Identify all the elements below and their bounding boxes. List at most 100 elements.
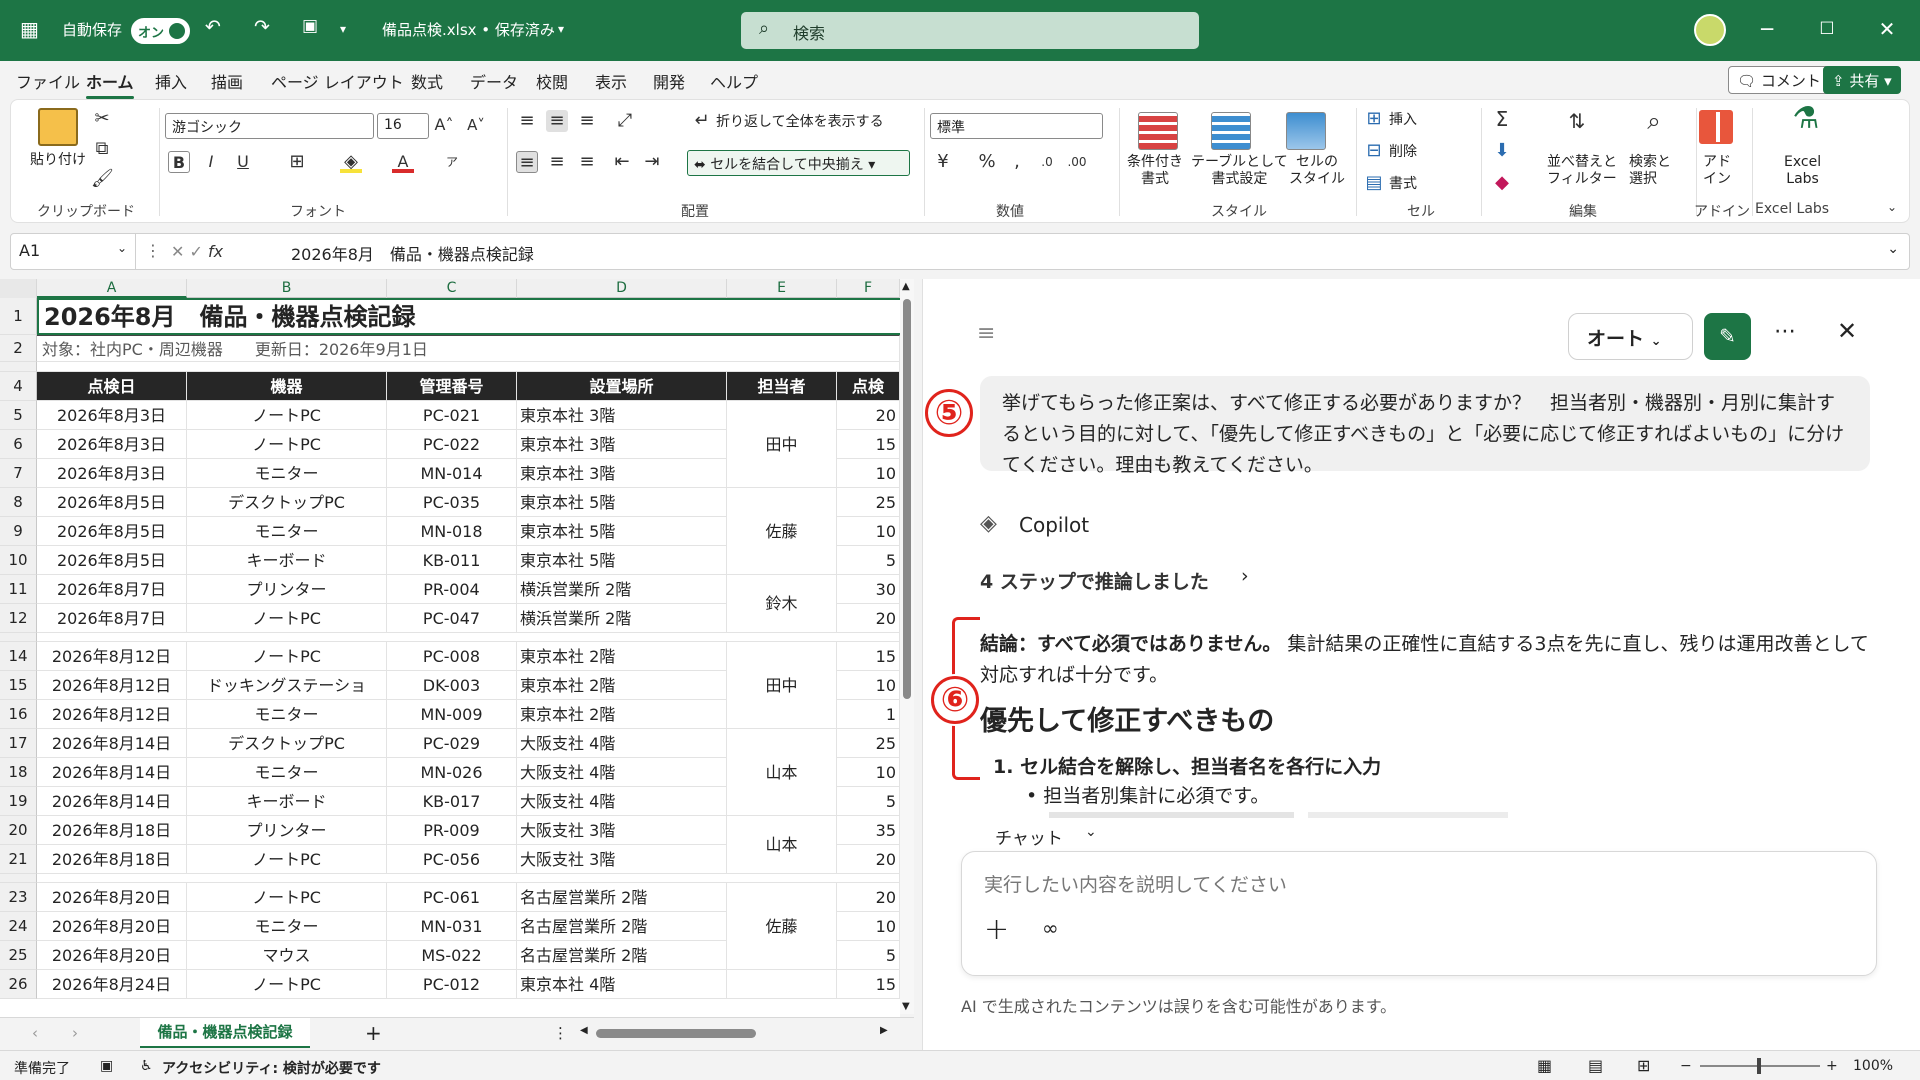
tab-insert[interactable]: 挿入 (155, 69, 187, 93)
row-header[interactable]: 4 (0, 372, 37, 401)
delete-cells-icon[interactable]: ⊟ (1363, 140, 1385, 162)
accessibility-status[interactable]: アクセシビリティ: 検討が必要です (162, 1058, 381, 1078)
header-cell[interactable]: 点検 (837, 372, 900, 401)
align-right-icon[interactable]: ≡ (576, 151, 598, 173)
table-cell[interactable]: PC-021 (387, 401, 517, 430)
comma-icon[interactable]: , (1006, 151, 1028, 173)
assignee-cell[interactable]: 佐藤 (727, 883, 837, 970)
align-bottom-icon[interactable]: ≡ (576, 110, 598, 132)
table-cell[interactable]: 2026年8月3日 (37, 459, 187, 488)
fill-icon[interactable]: ⬇ (1491, 140, 1513, 162)
column-header[interactable]: B (187, 279, 387, 298)
table-cell[interactable]: 大阪支社 4階 (517, 729, 727, 758)
sort-filter-icon[interactable]: ⇅ (1566, 110, 1588, 132)
row-header[interactable]: 16 (0, 700, 37, 729)
autosave-toggle[interactable]: オン (131, 18, 190, 44)
filename-chevron-icon[interactable]: ▾ (558, 22, 564, 36)
row-header[interactable]: 14 (0, 642, 37, 671)
reasoning-toggle[interactable]: 4 ステップで推論しました (980, 567, 1209, 594)
table-cell[interactable]: 15 (837, 970, 900, 999)
table-cell[interactable]: ドッキングステーショ (187, 671, 387, 700)
row-header[interactable]: 1 (0, 298, 37, 335)
more-options-icon[interactable]: ⋯ (1774, 319, 1796, 344)
table-cell[interactable]: 2026年8月12日 (37, 671, 187, 700)
conditional-format-icon[interactable] (1138, 112, 1178, 150)
table-cell[interactable]: MN-031 (387, 912, 517, 941)
cell-styles-button[interactable]: セルの スタイル (1289, 154, 1345, 188)
table-cell[interactable]: プリンター (187, 575, 387, 604)
table-cell[interactable]: PC-047 (387, 604, 517, 633)
table-cell[interactable]: 東京本社 5階 (517, 517, 727, 546)
font-size-select[interactable]: 16 (377, 113, 429, 139)
mode-select[interactable]: オート ⌄ (1568, 313, 1693, 360)
row-header[interactable] (0, 874, 37, 883)
row-header[interactable]: 6 (0, 430, 37, 459)
table-cell[interactable]: ノートPC (187, 642, 387, 671)
number-format-select[interactable]: 標準 (930, 113, 1103, 139)
column-header[interactable]: F (837, 279, 900, 298)
tab-draw[interactable]: 描画 (211, 69, 243, 93)
enter-icon[interactable]: ✓ (190, 242, 203, 261)
more-icon[interactable]: ⋮ (145, 241, 161, 260)
orientation-icon[interactable]: ⤢ (614, 110, 636, 132)
history-icon[interactable]: ≡ (977, 321, 995, 346)
wrap-text-icon[interactable]: ↵ (691, 110, 713, 132)
tab-developer[interactable]: 開発 (653, 69, 685, 93)
scroll-down-icon[interactable]: ▼ (902, 1001, 910, 1012)
format-cells-icon[interactable]: ▤ (1363, 172, 1385, 194)
align-left-icon[interactable]: ≡ (516, 151, 538, 173)
sheet-tab[interactable]: 備品・機器点検記録 (140, 1018, 310, 1048)
table-cell[interactable]: 2026年8月5日 (37, 546, 187, 575)
header-cell[interactable]: 設置場所 (517, 372, 727, 401)
header-cell[interactable]: 管理番号 (387, 372, 517, 401)
table-cell[interactable]: PC-035 (387, 488, 517, 517)
table-cell[interactable]: 2026年8月18日 (37, 816, 187, 845)
table-cell[interactable]: 東京本社 3階 (517, 430, 727, 459)
table-cell[interactable]: モニター (187, 758, 387, 787)
table-cell[interactable]: 25 (837, 729, 900, 758)
horizontal-scroll-thumb[interactable] (596, 1029, 756, 1038)
table-cell[interactable]: MN-018 (387, 517, 517, 546)
cell-styles-icon[interactable] (1286, 112, 1326, 150)
table-cell[interactable]: 2026年8月12日 (37, 700, 187, 729)
addins-icon[interactable] (1699, 110, 1733, 144)
table-cell[interactable]: 2026年8月12日 (37, 642, 187, 671)
paste-label[interactable]: 貼り付け (30, 152, 86, 169)
addins-button[interactable]: アド イン (1703, 154, 1731, 188)
next-sheet-icon[interactable]: › (72, 1024, 78, 1042)
comment-button[interactable]: 🗨 コメント (1728, 66, 1830, 94)
align-center-icon[interactable]: ≡ (546, 151, 568, 173)
table-cell[interactable]: PC-012 (387, 970, 517, 999)
row-header[interactable]: 5 (0, 401, 37, 430)
share-button[interactable]: ⇪ 共有 ▾ (1823, 66, 1901, 94)
row-header[interactable]: 12 (0, 604, 37, 633)
clear-icon[interactable]: ◆ (1491, 172, 1513, 194)
table-cell[interactable]: 20 (837, 883, 900, 912)
bold-icon[interactable]: B (168, 151, 190, 173)
table-cell[interactable]: 東京本社 2階 (517, 671, 727, 700)
table-cell[interactable]: 10 (837, 459, 900, 488)
insert-cells-icon[interactable]: ⊞ (1363, 108, 1385, 130)
currency-icon[interactable]: ¥ (932, 151, 954, 173)
table-cell[interactable]: ノートPC (187, 883, 387, 912)
formula-input[interactable]: 2026年8月 備品・機器点検記録 (291, 241, 534, 265)
new-chat-icon[interactable]: ✎ (1704, 313, 1751, 360)
table-cell[interactable]: ノートPC (187, 430, 387, 459)
reasoning-chevron-icon[interactable]: › (1241, 565, 1249, 587)
table-cell[interactable]: MN-026 (387, 758, 517, 787)
assignee-cell[interactable]: 鈴木 (727, 575, 837, 633)
table-cell[interactable]: PC-061 (387, 883, 517, 912)
assignee-cell[interactable]: 佐藤 (727, 488, 837, 575)
font-name-select[interactable]: 游ゴシック (165, 113, 374, 139)
table-cell[interactable]: 2026年8月7日 (37, 604, 187, 633)
tab-formulas[interactable]: 数式 (411, 69, 443, 93)
table-cell[interactable]: KB-011 (387, 546, 517, 575)
expand-formula-icon[interactable]: ⌄ (1887, 241, 1899, 257)
table-cell[interactable]: 東京本社 5階 (517, 546, 727, 575)
redo-icon[interactable]: ↷ (254, 16, 270, 38)
chat-label[interactable]: チャット (995, 824, 1063, 849)
cancel-icon[interactable]: ✕ (171, 242, 184, 261)
accessibility-icon[interactable]: ♿ (140, 1058, 153, 1074)
scroll-left-icon[interactable]: ◀ (580, 1025, 588, 1036)
table-cell[interactable]: 10 (837, 517, 900, 546)
